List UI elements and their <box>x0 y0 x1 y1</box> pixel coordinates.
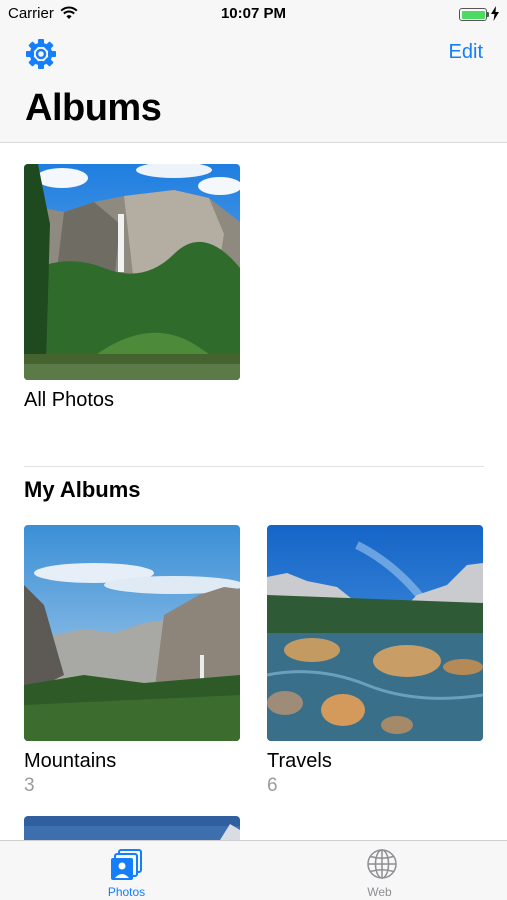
status-bar: Carrier 10:07 PM <box>0 0 507 30</box>
photos-stack-icon <box>108 847 146 881</box>
tab-label-web: Web <box>367 885 392 899</box>
album-thumbnail-partial[interactable] <box>24 816 240 840</box>
album-count-travels: 6 <box>267 775 278 796</box>
river-rocks-photo <box>267 525 483 741</box>
battery-cap <box>487 12 489 17</box>
tab-label-photos: Photos <box>107 885 146 899</box>
all-photos-thumbnail[interactable] <box>24 164 240 380</box>
my-albums-heading: My Albums <box>24 477 141 502</box>
tab-web[interactable]: Web <box>253 841 506 900</box>
partially-visible-photo <box>24 816 240 840</box>
page-title: Albums <box>25 87 162 129</box>
yosemite-valley-photo <box>24 525 240 741</box>
tab-bar: Photos Web <box>0 840 507 900</box>
album-name-travels: Travels <box>267 750 332 772</box>
battery-charging-icon <box>459 8 487 21</box>
charging-bolt-icon <box>491 6 499 26</box>
gear-icon <box>26 39 56 69</box>
section-divider <box>24 466 484 467</box>
tab-photos[interactable]: Photos <box>0 841 253 900</box>
edit-button[interactable]: Edit <box>449 41 483 64</box>
album-count-mountains: 3 <box>24 775 35 796</box>
settings-button[interactable] <box>23 36 59 72</box>
album-thumbnail-mountains[interactable] <box>24 525 240 741</box>
navigation-bar: Edit Albums <box>0 30 507 143</box>
globe-icon <box>363 847 401 881</box>
clock: 10:07 PM <box>220 5 287 22</box>
all-photos-label: All Photos <box>24 389 115 411</box>
album-name-mountains: Mountains <box>24 750 117 772</box>
album-thumbnail-travels[interactable] <box>267 525 483 741</box>
yosemite-falls-photo <box>24 164 240 380</box>
